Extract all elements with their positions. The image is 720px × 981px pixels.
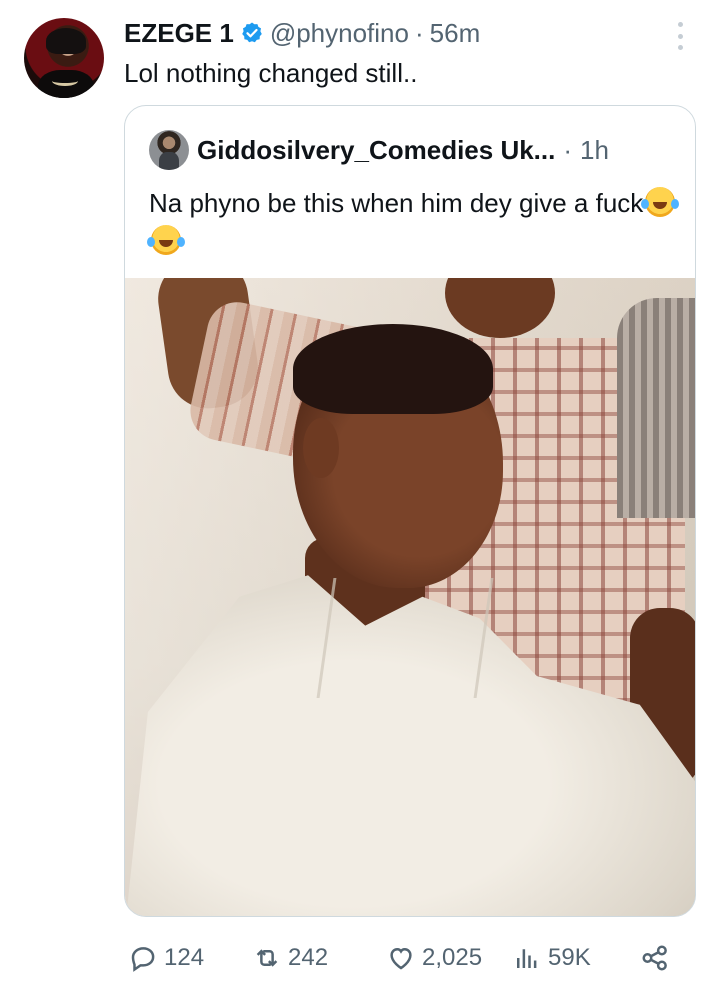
avatar-hat-shape [46,28,86,54]
photo-ear [303,418,339,478]
photo-right-person [617,298,695,518]
author-handle[interactable]: @phynofino [270,18,409,49]
quoted-tweet-timestamp: 1h [580,134,609,165]
repost-button[interactable]: 242 [252,938,328,978]
reply-count: 124 [164,944,205,971]
verified-badge-icon [242,22,262,43]
quoted-tweet-text-block: Na phyno be this when him dey give a fuc… [147,184,679,260]
tweet-text: Lol nothing changed still.. [124,58,418,88]
rolling-on-floor-laughing-emoji-icon [641,187,676,217]
share-button[interactable] [640,938,670,978]
quoted-tweet-text: Na phyno be this when him dey give a fuc… [149,188,644,218]
like-count: 2,025 [422,944,483,971]
tweet[interactable]: EZEGE 1 @phynofino · 56m Lol nothing cha… [0,0,720,981]
heart-icon [390,947,412,970]
views-button[interactable]: 59K [512,938,591,978]
photo-hair [293,324,493,414]
repost-icon [256,949,278,967]
quoted-tweet-photo[interactable] [125,278,695,916]
more-options-icon[interactable] [674,22,686,50]
reply-button[interactable]: 124 [128,938,204,978]
analytics-bars-icon [517,949,537,968]
rolling-on-floor-laughing-emoji-icon [147,225,181,255]
tweet-timestamp[interactable]: 56m [430,18,481,49]
avatar-chain-shape [52,76,78,86]
quoted-tweet[interactable]: Giddosilvery_Comedies Uk... · 1h Na phyn… [124,105,696,917]
tweet-actions-bar: 124 242 2,025 59K [128,938,688,978]
share-icon [642,945,667,971]
view-count: 59K [548,944,591,971]
header-separator: · [414,17,424,48]
reply-icon [131,947,155,972]
quoted-tweet-header: Giddosilvery_Comedies Uk... · 1h [149,130,609,170]
quoted-author-avatar [149,130,189,170]
quoted-header-separator: · [563,134,573,165]
author-avatar[interactable] [24,18,104,98]
author-display-name[interactable]: EZEGE 1 [124,18,234,49]
like-button[interactable]: 2,025 [386,938,482,978]
photo-collar [316,578,494,698]
repost-count: 242 [288,944,329,971]
tweet-header: EZEGE 1 @phynofino · 56m [124,16,480,50]
quoted-author-name: Giddosilvery_Comedies Uk... [197,134,556,165]
